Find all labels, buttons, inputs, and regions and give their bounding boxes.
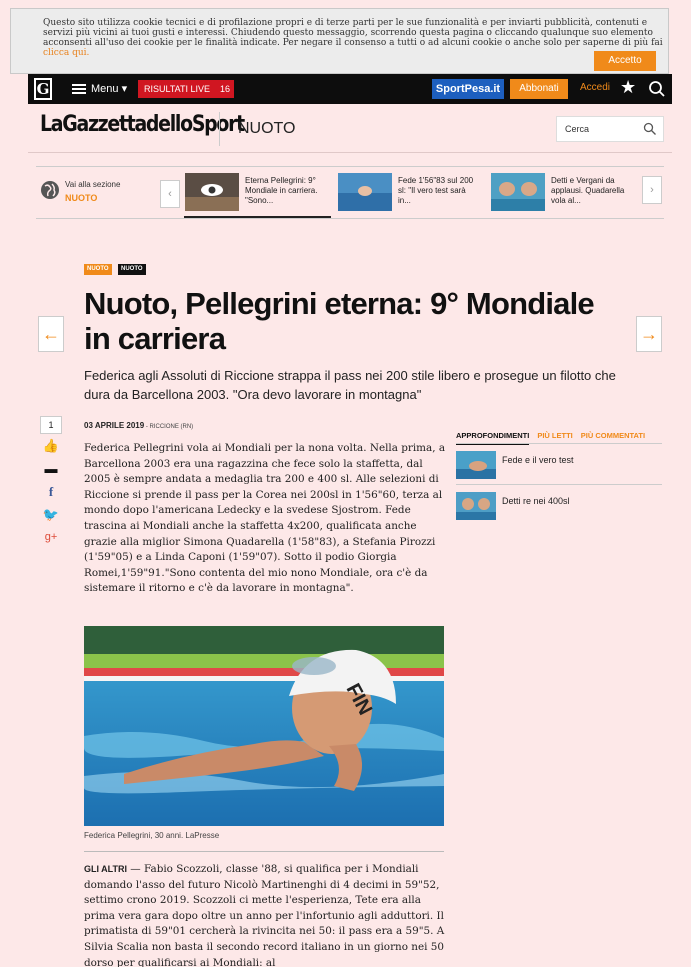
share-toolbar: 1 👍 ▬ f 🐦 g+ xyxy=(40,416,62,549)
google-plus-icon[interactable]: g+ xyxy=(40,526,62,549)
login-link[interactable]: Accedi xyxy=(580,82,610,93)
caption-divider xyxy=(84,851,444,852)
related-thumbnail-3[interactable] xyxy=(491,173,545,211)
related-title-1[interactable]: Eterna Pellegrini: 9° Mondiale in carrie… xyxy=(245,176,327,206)
next-article-button[interactable]: → xyxy=(636,316,662,352)
article-paragraph-1: Federica Pellegrini vola ai Mondiali per… xyxy=(84,442,446,595)
top-navigation-bar: G Menu ▾ RISULTATI LIVE 16 SportPesa.it … xyxy=(28,74,672,104)
search-placeholder: Cerca xyxy=(565,124,590,134)
facebook-icon[interactable]: f xyxy=(40,480,62,503)
sidebar-item-title[interactable]: Detti re nei 400sl xyxy=(502,496,570,506)
sidebar-divider xyxy=(456,484,662,485)
hamburger-icon xyxy=(72,83,86,94)
cookie-text: Questo sito utilizza cookie tecnici e di… xyxy=(43,18,663,58)
related-strip-bottom-border xyxy=(36,218,664,219)
share-count: 1 xyxy=(40,416,62,434)
header-divider xyxy=(219,112,220,146)
gazzetta-g-logo[interactable]: G xyxy=(34,78,52,100)
related-prev-button[interactable]: ‹ xyxy=(160,180,180,208)
sportpesa-banner[interactable]: SportPesa.it xyxy=(432,79,504,99)
cookie-message: Questo sito utilizza cookie tecnici e di… xyxy=(43,18,663,48)
live-results-count[interactable]: 16 xyxy=(216,80,234,98)
gazzetta-logo[interactable]: LaGazzettadelloSport xyxy=(40,112,245,137)
category-tag[interactable]: NUOTO xyxy=(118,264,146,275)
sidebar-item-title[interactable]: Fede e il vero test xyxy=(502,455,574,465)
search-input[interactable]: Cerca xyxy=(556,116,664,142)
search-icon[interactable] xyxy=(648,80,666,98)
subscribe-button[interactable]: Abbonati xyxy=(510,79,568,99)
related-thumbnail-2[interactable] xyxy=(338,173,392,211)
article-subtitle: Federica agli Assoluti di Riccione strap… xyxy=(84,368,616,402)
menu-label: Menu ▾ xyxy=(91,83,128,95)
live-results-button[interactable]: RISULTATI LIVE xyxy=(138,80,217,98)
paragraph-lead: GLI ALTRI xyxy=(84,864,127,874)
paragraph-2-text: — Fabio Scozzoli, classe '88, si qualifi… xyxy=(84,863,445,967)
article-paragraph-2: GLI ALTRI — Fabio Scozzoli, classe '88, … xyxy=(84,862,446,967)
header-divider-line xyxy=(28,152,672,153)
globe-icon xyxy=(41,181,59,199)
menu-button[interactable]: Menu ▾ xyxy=(72,82,127,95)
thumbs-up-icon[interactable]: 👍 xyxy=(40,434,62,457)
article-photo: FIN xyxy=(84,626,444,826)
comment-icon[interactable]: ▬ xyxy=(40,457,62,480)
related-title-3[interactable]: Detti e Vergani da applausi. Quadarella … xyxy=(551,176,633,206)
photo-caption: Federica Pellegrini, 30 anni. LaPresse xyxy=(84,831,220,840)
star-icon[interactable]: ★ xyxy=(620,77,636,98)
related-strip-top-border xyxy=(36,166,664,167)
previous-article-button[interactable]: ← xyxy=(38,316,64,352)
article-dateline: 03 APRILE 2019 - RICCIONE (RN) xyxy=(84,421,193,430)
section-title[interactable]: NUOTO xyxy=(238,120,295,138)
related-thumbnail-1[interactable] xyxy=(185,173,239,211)
related-title-2[interactable]: Fede 1'56"83 sul 200 sl: "Il vero test s… xyxy=(398,176,480,206)
go-to-section-label[interactable]: Vai alla sezione xyxy=(65,180,120,189)
article-location: - RICCIONE (RN) xyxy=(144,424,194,430)
sidebar-item[interactable]: Fede e il vero test xyxy=(456,451,662,491)
search-icon[interactable] xyxy=(643,122,657,136)
section-tag[interactable]: NUOTO xyxy=(84,264,112,275)
sidebar-item[interactable]: Detti re nei 400sl xyxy=(456,492,662,532)
article-title: Nuoto, Pellegrini eterna: 9° Mondiale in… xyxy=(84,286,595,356)
sidebar-thumbnail xyxy=(456,492,496,520)
cookie-info-link[interactable]: clicca qui. xyxy=(43,48,89,58)
article-date: 03 APRILE 2019 xyxy=(84,421,145,430)
sidebar-thumbnail xyxy=(456,451,496,479)
cookie-banner: Questo sito utilizza cookie tecnici e di… xyxy=(10,8,669,74)
sidebar-divider xyxy=(456,443,662,444)
related-next-button[interactable]: › xyxy=(642,176,662,204)
accept-cookies-button[interactable]: Accetto xyxy=(594,51,656,71)
go-to-section-link[interactable]: NUOTO xyxy=(65,193,97,203)
twitter-icon[interactable]: 🐦 xyxy=(40,503,62,526)
